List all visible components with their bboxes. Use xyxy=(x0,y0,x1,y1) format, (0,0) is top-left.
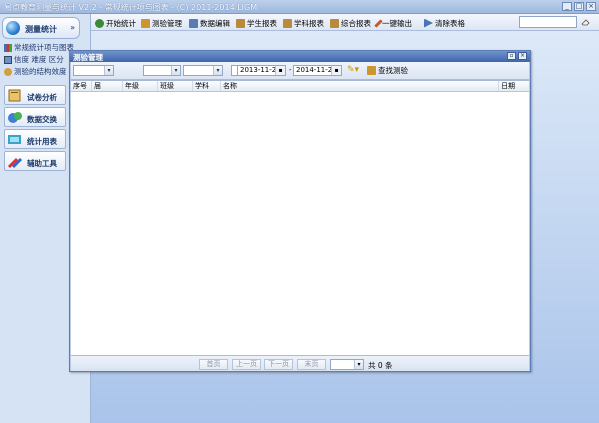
toolbar-export-button[interactable]: 一键输出 xyxy=(374,17,412,29)
dialog-close-button[interactable]: × xyxy=(518,52,527,60)
eraser-icon[interactable] xyxy=(581,18,590,26)
app-title: 易点教育测量与统计 V2.2 - 常规统计项与图表 - (C) 2011-201… xyxy=(4,3,258,12)
subject-report-icon xyxy=(283,18,292,28)
toolbar-start-stats-button[interactable]: 开始统计 xyxy=(95,17,136,29)
close-button[interactable]: × xyxy=(586,2,596,11)
sidebar-button-stats-tables[interactable]: 统计用表 xyxy=(4,129,66,149)
sidebar-button-aux-tools[interactable]: 辅助工具 xyxy=(4,151,66,171)
tools-icon xyxy=(7,157,23,169)
page-select[interactable]: ▾ xyxy=(330,359,364,370)
next-page-button[interactable]: 下一页 xyxy=(264,359,293,370)
toolbar-data-edit-button[interactable]: 数据编辑 xyxy=(189,17,230,29)
test-list-grid[interactable]: 序号 届 年级 班级 学科 名称 日期 xyxy=(71,80,529,355)
start-stats-icon xyxy=(95,18,104,28)
data-exchange-icon xyxy=(8,112,22,123)
filter-grade-select[interactable]: ▾ xyxy=(143,65,181,76)
sidebar-subitem-label: 常规统计项与图表 xyxy=(14,43,74,52)
toolbar-label: 测验管理 xyxy=(152,18,182,28)
date-separator: - xyxy=(289,66,292,74)
toolbar-test-manage-button[interactable]: 测验管理 xyxy=(141,17,182,29)
sidebar-header-label: 测量统计 xyxy=(25,25,57,34)
find-icon xyxy=(367,66,376,75)
calendar-icon[interactable]: ▪ xyxy=(331,66,341,75)
sidebar-button-label: 统计用表 xyxy=(27,137,57,146)
dropdown-arrow-icon: ▾ xyxy=(354,360,363,369)
column-header-subject[interactable]: 学科 xyxy=(193,81,221,91)
sidebar-subitem-label: 信度 难度 区分 xyxy=(14,55,64,64)
toolbar-label: 一键输出 xyxy=(382,18,412,28)
sidebar-subitem-label: 测验的结构效度 xyxy=(14,67,67,76)
sidebar-header-measure-stats[interactable]: 测量统计 » xyxy=(2,17,80,39)
student-report-icon xyxy=(236,18,245,28)
sidebar-subitem-validity[interactable]: 测验的结构效度 xyxy=(4,66,67,77)
structure-icon xyxy=(4,67,12,76)
sidebar-button-label: 数据交换 xyxy=(27,115,57,124)
find-test-label: 查找测验 xyxy=(378,66,408,75)
calendar-icon[interactable]: ▪ xyxy=(275,66,285,75)
data-edit-icon xyxy=(189,18,198,28)
filter-class-select[interactable]: ▾ xyxy=(183,65,223,76)
dropdown-arrow-icon: ▾ xyxy=(104,66,113,75)
summary-report-icon xyxy=(330,18,339,28)
toolbar-search-input[interactable] xyxy=(519,16,577,28)
prev-page-button[interactable]: 上一页 xyxy=(232,359,261,370)
column-header-index[interactable]: 序号 xyxy=(71,81,92,91)
maximize-button[interactable]: □ xyxy=(574,2,584,11)
column-header-class[interactable]: 班级 xyxy=(158,81,193,91)
toolbar-label: 学生报表 xyxy=(247,18,277,28)
column-header-grade[interactable]: 年级 xyxy=(123,81,158,91)
column-header-date[interactable]: 日期 xyxy=(499,81,529,91)
test-manage-icon xyxy=(141,18,150,28)
sidebar-button-paper-analysis[interactable]: 试卷分析 xyxy=(4,85,66,105)
toolbar-label: 学科报表 xyxy=(294,18,324,28)
toolbar-label: 开始统计 xyxy=(106,18,136,28)
first-page-button[interactable]: 首页 xyxy=(199,359,228,370)
dropdown-arrow-icon: ▾ xyxy=(171,66,180,75)
sidebar-button-label: 辅助工具 xyxy=(27,159,57,168)
globe-icon xyxy=(6,21,20,35)
column-header-name[interactable]: 名称 xyxy=(221,81,499,91)
filter-session-select[interactable]: ▾ xyxy=(73,65,114,76)
book-icon xyxy=(8,89,21,102)
pager-bar: 首页 上一页 下一页 末页 ▾ 共 0 条 xyxy=(71,355,529,371)
sidebar-subitem-reliability[interactable]: 信度 难度 区分 xyxy=(4,54,64,65)
column-header-session[interactable]: 届 xyxy=(92,81,123,91)
dialog-restore-button[interactable]: ▫ xyxy=(507,52,516,60)
window-controls: _ □ × xyxy=(562,2,596,11)
total-count: 共 0 条 xyxy=(368,361,393,370)
toolbar-student-report-button[interactable]: 学生报表 xyxy=(236,17,277,29)
date-to-input[interactable]: 2014-11-24 ▪ xyxy=(293,65,342,76)
minimize-button[interactable]: _ xyxy=(562,2,572,11)
find-test-button[interactable]: 查找测验 xyxy=(367,65,408,76)
sidebar-button-label: 试卷分析 xyxy=(27,93,57,102)
sidebar-button-data-exchange[interactable]: 数据交换 xyxy=(4,107,66,127)
grid-header: 序号 届 年级 班级 学科 名称 日期 xyxy=(71,81,529,92)
dialog-controls: ▫ × xyxy=(507,52,527,60)
toolbar-label: 数据编辑 xyxy=(200,18,230,28)
wand-dropdown-icon[interactable]: ✎▾ xyxy=(347,65,359,75)
collapse-chevron-icon[interactable]: » xyxy=(70,23,75,32)
toolbar-label: 综合报表 xyxy=(341,18,371,28)
stats-table-icon xyxy=(8,135,21,144)
clear-table-icon xyxy=(424,18,433,28)
app-titlebar: 易点教育测量与统计 V2.2 - 常规统计项与图表 - (C) 2011-201… xyxy=(0,0,599,14)
date-from-input[interactable]: 2013-11-24 ▪ xyxy=(237,65,286,76)
dropdown-arrow-icon: ▾ xyxy=(213,66,222,75)
toolbar-subject-report-button[interactable]: 学科报表 xyxy=(283,17,324,29)
toolbar-summary-report-button[interactable]: 综合报表 xyxy=(330,17,371,29)
filter-bar: ▾ ▾ ▾ ▾ 2013-11-24 ▪ - 2014-11-24 ▪ ✎▾ 查… xyxy=(71,62,529,80)
sidebar-subitem-regular-stats[interactable]: 常规统计项与图表 xyxy=(4,42,74,53)
table-icon xyxy=(4,55,12,64)
toolbar-label: 清除表格 xyxy=(435,18,465,28)
chart-icon xyxy=(4,43,12,52)
test-manage-dialog: 测验管理 ▫ × ▾ ▾ ▾ ▾ 2013-11-24 ▪ - 2014-11-… xyxy=(69,50,531,372)
dialog-titlebar[interactable]: 测验管理 ▫ × xyxy=(70,51,530,62)
last-page-button[interactable]: 末页 xyxy=(297,359,326,370)
toolbar-clear-table-button[interactable]: 清除表格 xyxy=(424,17,465,29)
main-toolbar: 开始统计 测验管理 数据编辑 学生报表 学科报表 综合报表 一键输出 清除表格 xyxy=(91,14,599,31)
